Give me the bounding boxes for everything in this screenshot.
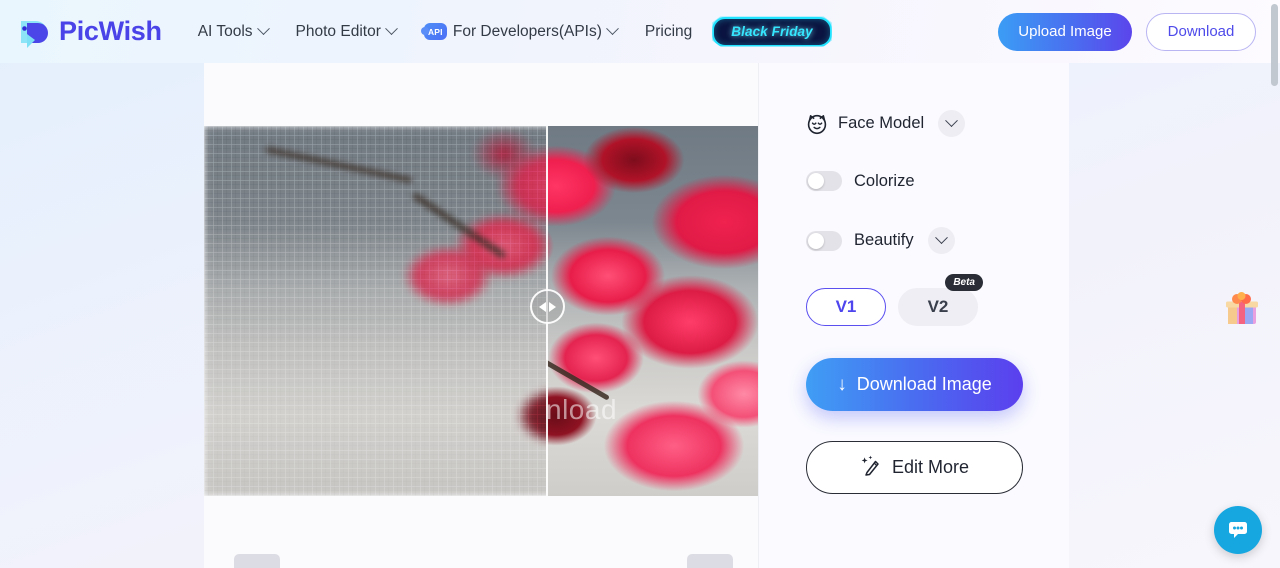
face-model-row[interactable]: Face Model — [806, 110, 1069, 137]
logo[interactable]: PicWish — [14, 14, 162, 50]
thumbnail-stub[interactable] — [687, 554, 733, 568]
image-canvas-column: nload — [204, 63, 759, 568]
nav-label: For Developers(APIs) — [452, 22, 602, 40]
colorize-row[interactable]: Colorize — [806, 171, 1069, 191]
after-image-pane — [546, 126, 758, 496]
nav-item-pricing[interactable]: Pricing — [631, 17, 706, 47]
picwish-app-page: PicWish AI Tools Photo Editor API For De… — [0, 0, 1280, 568]
before-image-pane — [204, 126, 546, 496]
version-selector: V1 V2 Beta — [806, 274, 1069, 326]
face-icon — [806, 113, 828, 135]
header-actions: Upload Image Download — [998, 12, 1256, 51]
header-download-button[interactable]: Download — [1146, 12, 1256, 51]
edit-more-button[interactable]: Edit More — [806, 441, 1023, 494]
beautify-toggle[interactable] — [806, 230, 842, 251]
version-v2-button[interactable]: V2 Beta — [898, 274, 983, 326]
chat-bubble-icon — [1229, 522, 1247, 538]
before-after-comparison[interactable]: nload — [204, 126, 758, 496]
beta-badge: Beta — [945, 274, 983, 291]
version-v2-label: V2 — [927, 297, 949, 316]
nav-item-for-developers[interactable]: API For Developers(APIs) — [410, 17, 631, 47]
download-image-label: Download Image — [856, 374, 992, 394]
nav-label: AI Tools — [197, 22, 253, 40]
picwish-bird-logo-icon — [14, 14, 50, 50]
magic-wand-icon — [860, 454, 882, 481]
chevron-down-icon — [606, 22, 619, 36]
download-arrow-icon: ↓ — [837, 374, 847, 395]
beautify-label: Beautify — [854, 231, 914, 249]
main-nav: AI Tools Photo Editor API For Developers… — [184, 17, 832, 47]
chevron-down-icon — [256, 22, 270, 36]
upload-image-button[interactable]: Upload Image — [998, 12, 1132, 51]
face-model-label: Face Model — [838, 114, 925, 132]
black-friday-promo-badge[interactable]: Black Friday — [712, 17, 832, 47]
nav-label: Pricing — [644, 22, 693, 40]
nav-item-ai-tools[interactable]: AI Tools — [184, 17, 282, 47]
colorize-toggle[interactable] — [806, 171, 842, 191]
gift-box-icon[interactable] — [1221, 288, 1263, 330]
workspace: nload Face Model Colorize Beautify V1 V2… — [204, 63, 1069, 568]
api-badge-label: API — [427, 26, 443, 37]
nav-item-photo-editor[interactable]: Photo Editor — [282, 17, 410, 47]
page-scrollbar-thumb[interactable] — [1271, 4, 1278, 86]
edit-more-label: Edit More — [891, 457, 970, 477]
flower-photo-blurry — [204, 126, 546, 496]
beautify-expand-button[interactable] — [927, 227, 955, 254]
arrow-right-icon — [548, 301, 556, 312]
compare-slider-handle[interactable] — [529, 289, 565, 324]
face-model-expand-button[interactable] — [938, 110, 966, 137]
beautify-row[interactable]: Beautify — [806, 227, 1069, 254]
version-v1-button[interactable]: V1 — [806, 288, 886, 326]
chevron-down-icon — [384, 22, 398, 36]
before-image — [204, 126, 546, 496]
settings-panel: Face Model Colorize Beautify V1 V2 Beta — [759, 63, 1069, 568]
flower-photo-sharp — [546, 126, 758, 496]
chevron-down-icon — [934, 231, 948, 245]
chat-support-button[interactable] — [1214, 506, 1262, 554]
chevron-down-icon — [945, 114, 959, 128]
logo-text: PicWish — [59, 16, 162, 46]
thumbnail-stub[interactable] — [234, 554, 280, 568]
arrow-left-icon — [538, 301, 546, 312]
after-image — [546, 126, 758, 496]
api-badge-icon: API — [420, 23, 447, 40]
colorize-label: Colorize — [854, 171, 915, 190]
download-image-button[interactable]: ↓ Download Image — [806, 358, 1023, 411]
site-header: PicWish AI Tools Photo Editor API For De… — [0, 0, 1280, 63]
nav-label: Photo Editor — [295, 22, 381, 40]
